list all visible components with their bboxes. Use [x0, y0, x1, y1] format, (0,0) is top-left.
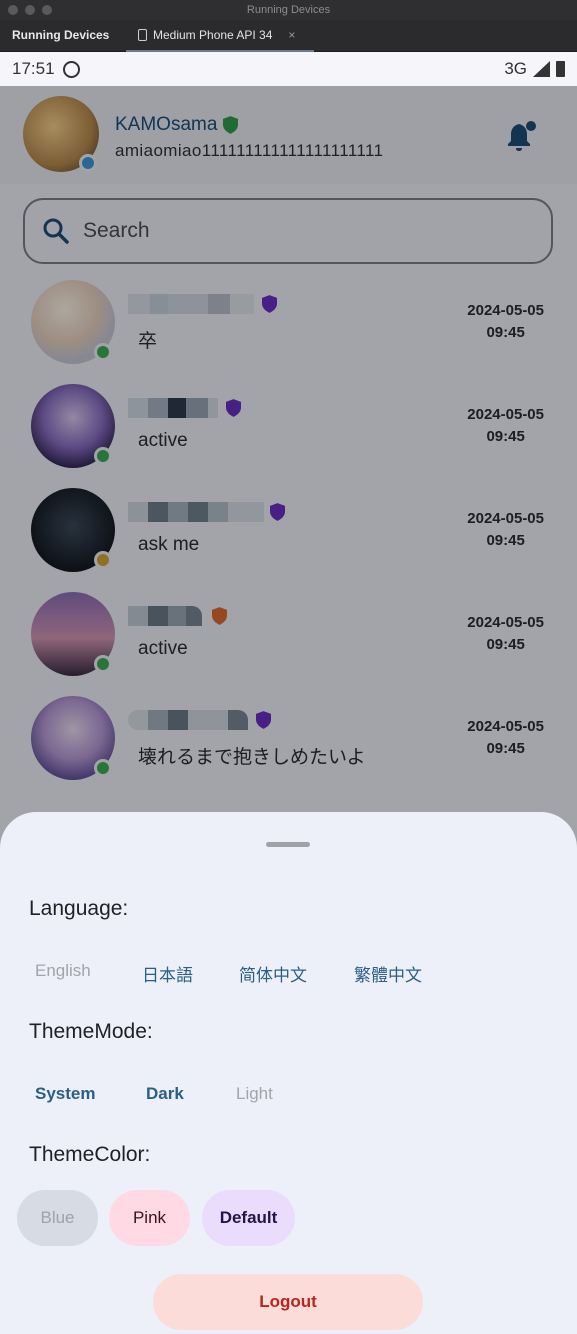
theme-color-pink-chip[interactable]: Pink: [109, 1190, 190, 1246]
language-option-english[interactable]: English: [35, 961, 91, 981]
timestamp: 2024-05-05 09:45: [467, 510, 544, 549]
theme-color-default-chip[interactable]: Default: [202, 1190, 295, 1246]
close-window-button[interactable]: [8, 5, 18, 15]
last-message: 壊れるまで抱きしめたいよ: [138, 747, 366, 768]
verified-shield-icon: [223, 116, 239, 134]
list-item[interactable]: ask me 2024-05-05 09:45: [0, 488, 577, 592]
notification-bell-icon[interactable]: [506, 120, 536, 152]
minimize-window-button[interactable]: [25, 5, 35, 15]
language-option-traditional-chinese[interactable]: 繁體中文: [354, 961, 422, 986]
settings-bottom-sheet: Language: English 日本語 简体中文 繁體中文 ThemeMod…: [0, 812, 577, 1334]
list-item[interactable]: 壊れるまで抱きしめたいよ 2024-05-05 09:45: [0, 696, 577, 800]
contact-name-redacted: [128, 498, 285, 526]
online-status-dot: [94, 447, 112, 465]
online-status-dot: [94, 655, 112, 673]
network-type: 3G: [504, 59, 527, 78]
theme-mode-system[interactable]: System: [35, 1084, 95, 1104]
clock: 17:51: [12, 59, 55, 78]
theme-mode-title: ThemeMode:: [29, 1020, 153, 1043]
tab-device[interactable]: Medium Phone API 34 ×: [126, 20, 314, 52]
drag-handle[interactable]: [266, 842, 310, 847]
app-content: KAMOsama amiaomiao111111111111111111111 …: [0, 86, 577, 1334]
list-item[interactable]: active 2024-05-05 09:45: [0, 384, 577, 488]
phone-icon: [138, 29, 147, 41]
badge-shield-icon: [212, 607, 227, 625]
timestamp: 2024-05-05 09:45: [467, 302, 544, 341]
user-id: amiaomiao111111111111111111111: [115, 141, 384, 160]
online-status-dot: [94, 759, 112, 777]
close-icon[interactable]: ×: [288, 28, 295, 42]
last-message: 卒: [138, 331, 158, 352]
window-titlebar: Running Devices: [0, 0, 577, 20]
search-input[interactable]: [83, 219, 503, 243]
search-icon: [43, 218, 69, 244]
language-option-simplified-chinese[interactable]: 简体中文: [239, 961, 307, 986]
theme-mode-light[interactable]: Light: [236, 1084, 273, 1104]
list-item[interactable]: 卒 2024-05-05 09:45: [0, 280, 577, 384]
theme-color-blue-chip[interactable]: Blue: [17, 1190, 98, 1246]
list-item[interactable]: active 2024-05-05 09:45: [0, 592, 577, 696]
panel-title: Running Devices: [12, 28, 110, 42]
language-title: Language:: [29, 897, 129, 920]
theme-color-title: ThemeColor:: [29, 1143, 151, 1166]
last-message: active: [138, 430, 188, 451]
badge-shield-icon: [256, 711, 271, 729]
badge-shield-icon: [270, 503, 285, 521]
language-option-japanese[interactable]: 日本語: [142, 961, 193, 986]
device-screen: 17:51 3G KAMOsama amiaomiao1111111111111…: [0, 52, 577, 1334]
last-message: ask me: [138, 534, 200, 555]
signal-icon: [533, 61, 550, 77]
badge-shield-icon: [262, 295, 277, 313]
contact-name-redacted: [128, 394, 241, 422]
tool-window-tabbar: Running Devices Medium Phone API 34 ×: [0, 20, 577, 52]
search-bar[interactable]: [23, 198, 553, 264]
notification-face-icon: [62, 60, 80, 78]
window-controls[interactable]: [8, 5, 52, 15]
online-status-dot: [94, 343, 112, 361]
badge-shield-icon: [226, 399, 241, 417]
contact-name-redacted: [128, 290, 277, 318]
logout-button[interactable]: Logout: [153, 1274, 423, 1330]
timestamp: 2024-05-05 09:45: [467, 718, 544, 757]
last-message: active: [138, 638, 188, 659]
timestamp: 2024-05-05 09:45: [467, 406, 544, 445]
theme-mode-dark[interactable]: Dark: [146, 1084, 184, 1104]
timestamp: 2024-05-05 09:45: [467, 614, 544, 653]
battery-icon: [556, 61, 565, 77]
device-tab-label: Medium Phone API 34: [153, 28, 273, 42]
online-status-dot: [94, 551, 112, 569]
online-status-dot: [79, 154, 97, 172]
profile-header: KAMOsama amiaomiao111111111111111111111: [0, 86, 577, 184]
zoom-window-button[interactable]: [42, 5, 52, 15]
username: KAMOsama: [115, 114, 218, 135]
status-bar: 17:51 3G: [0, 52, 577, 86]
user-name-row: KAMOsama: [115, 114, 239, 136]
contact-name-redacted: [128, 706, 271, 734]
window-title: Running Devices: [246, 4, 331, 16]
contact-name-redacted: [128, 602, 227, 630]
